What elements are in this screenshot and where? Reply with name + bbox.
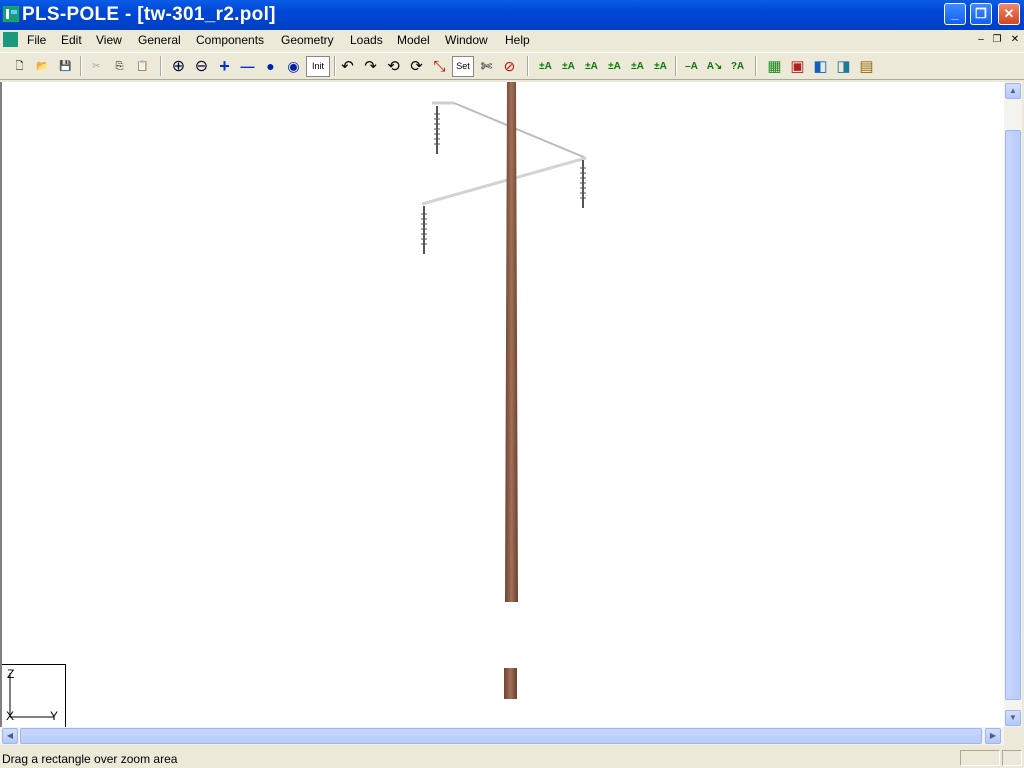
init-button[interactable]: Init: [306, 56, 330, 77]
menu-edit[interactable]: Edit: [61, 33, 82, 47]
view-3d-icon[interactable]: ▦: [764, 56, 785, 77]
scroll-up-button[interactable]: ▲: [1005, 83, 1021, 99]
label-a4-icon[interactable]: ±A: [604, 56, 625, 77]
axis-y-label: Y: [50, 709, 59, 723]
spin-right-icon[interactable]: ⟳: [406, 56, 427, 77]
menu-file[interactable]: File: [27, 33, 46, 47]
plus-icon[interactable]: +: [214, 56, 235, 77]
insulator-left-top: [434, 106, 440, 154]
label-a2-icon[interactable]: ±A: [558, 56, 579, 77]
menu-bar: File Edit View General Components Geomet…: [0, 30, 1024, 50]
zoom-in-icon[interactable]: ⊕: [168, 56, 189, 77]
menu-general[interactable]: General: [138, 33, 181, 47]
toolbar-separator: [527, 56, 529, 76]
menu-view[interactable]: View: [96, 33, 122, 47]
rotate-left-icon[interactable]: ↶: [337, 56, 358, 77]
view-grid-icon[interactable]: ▤: [856, 56, 877, 77]
menu-loads[interactable]: Loads: [350, 33, 383, 47]
mdi-close-button[interactable]: ✕: [1008, 33, 1022, 46]
paste-icon[interactable]: 📋: [132, 56, 153, 77]
rotate-alt-icon[interactable]: ◉: [283, 56, 304, 77]
menu-help[interactable]: Help: [505, 33, 530, 47]
toolbar-separator: [675, 56, 677, 76]
view-side-icon[interactable]: ◧: [810, 56, 831, 77]
window-title: PLS-POLE - [tw-301_r2.pol]: [22, 4, 276, 25]
status-panel-1: [960, 750, 1000, 766]
view-front-icon[interactable]: ◨: [833, 56, 854, 77]
zoom-out-icon[interactable]: ⊖: [191, 56, 212, 77]
toolbar-separator: [160, 56, 162, 76]
vertical-scroll-thumb[interactable]: [1005, 130, 1021, 700]
label-a7-icon[interactable]: –A: [681, 56, 702, 77]
scroll-down-button[interactable]: ▼: [1005, 710, 1021, 726]
app-icon[interactable]: [3, 6, 19, 22]
rotate-right-icon[interactable]: ↷: [360, 56, 381, 77]
scissors-icon[interactable]: ✄: [476, 56, 497, 77]
toolbar: 🗋 📂 💾 ✂ ⎘ 📋 ⊕ ⊖ + — ● ◉ Init ↶ ↷ ⟲ ⟳ ⤡ S…: [0, 52, 1024, 80]
vertical-scrollbar[interactable]: ▲ ▼: [1004, 82, 1022, 727]
minimize-button[interactable]: _: [944, 3, 966, 25]
set-button[interactable]: Set: [452, 56, 474, 77]
maximize-button[interactable]: ❐: [970, 3, 992, 25]
axis-z-label: Z: [7, 667, 15, 681]
document-icon[interactable]: [3, 32, 18, 47]
new-file-icon[interactable]: 🗋: [9, 56, 30, 77]
horizontal-scroll-thumb[interactable]: [20, 728, 982, 744]
mdi-restore-button[interactable]: ❐: [990, 33, 1004, 46]
menu-window[interactable]: Window: [445, 33, 488, 47]
spin-left-icon[interactable]: ⟲: [383, 56, 404, 77]
crossarm-lower: [421, 156, 587, 206]
pole-base: [504, 668, 517, 699]
axes-indicator: Z X Y: [2, 664, 66, 727]
title-bar: PLS-POLE - [tw-301_r2.pol] _ ❐ ✕: [0, 0, 1024, 30]
status-panel-2: [1002, 750, 1022, 766]
label-a6-icon[interactable]: ±A: [650, 56, 671, 77]
label-a5-icon[interactable]: ±A: [627, 56, 648, 77]
insulator-left-bottom: [421, 206, 427, 254]
crossarm-brace: [453, 102, 587, 159]
close-button[interactable]: ✕: [998, 3, 1020, 25]
axis-x-label: X: [6, 709, 15, 723]
mdi-minimize-button[interactable]: –: [974, 33, 988, 46]
view-top-icon[interactable]: ▣: [787, 56, 808, 77]
minus-icon[interactable]: —: [237, 56, 258, 77]
open-folder-icon[interactable]: 📂: [32, 56, 53, 77]
cut-icon[interactable]: ✂: [86, 56, 107, 77]
horizontal-scrollbar[interactable]: ◀ ▶: [0, 727, 1004, 745]
menu-geometry[interactable]: Geometry: [281, 33, 334, 47]
scroll-left-button[interactable]: ◀: [2, 728, 18, 744]
label-a3-icon[interactable]: ±A: [581, 56, 602, 77]
menu-model[interactable]: Model: [397, 33, 430, 47]
toolbar-separator: [80, 56, 82, 76]
insulator-right: [580, 160, 586, 208]
query-a-icon[interactable]: ?A: [727, 56, 748, 77]
label-a1-icon[interactable]: ±A: [535, 56, 556, 77]
status-message: Drag a rectangle over zoom area: [2, 752, 178, 766]
pole-model-drawing: [421, 82, 587, 699]
toolbar-separator: [334, 56, 336, 76]
scroll-right-button[interactable]: ▶: [985, 728, 1001, 744]
label-a8-icon[interactable]: A↘: [704, 56, 725, 77]
copy-icon[interactable]: ⎘: [109, 56, 130, 77]
pole-upper: [505, 82, 518, 602]
stop-icon[interactable]: ⊘: [499, 56, 520, 77]
rotate-icon[interactable]: ●: [260, 56, 281, 77]
menu-components[interactable]: Components: [196, 33, 264, 47]
save-icon[interactable]: 💾: [55, 56, 76, 77]
status-bar: Drag a rectangle over zoom area: [0, 748, 1024, 768]
node-icon[interactable]: ⤡: [429, 56, 450, 77]
model-viewport[interactable]: [0, 82, 1004, 727]
toolbar-separator: [755, 56, 757, 76]
